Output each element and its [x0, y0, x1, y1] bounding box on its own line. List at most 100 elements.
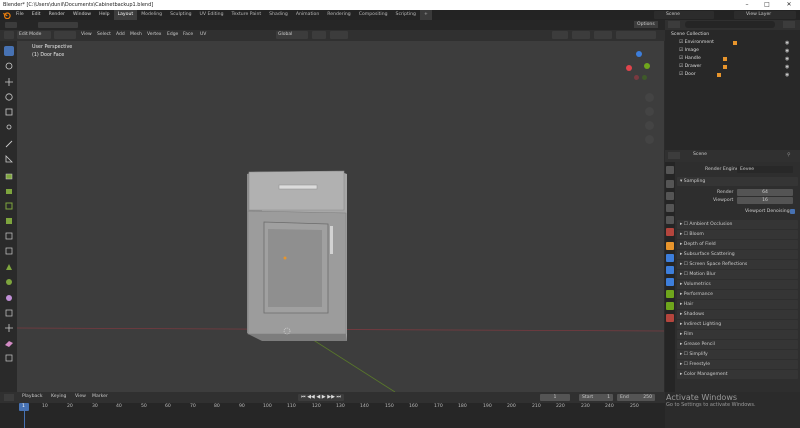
select-mode-toggle[interactable] — [54, 31, 76, 39]
mode-dropdown[interactable]: Edit Mode — [17, 31, 51, 39]
menu-keying[interactable]: Keying — [51, 394, 66, 399]
panel-depth-of-field[interactable]: ▸ Depth of Field — [677, 240, 798, 249]
tab-animation[interactable]: Animation — [292, 10, 323, 20]
view-layer-tab-icon[interactable] — [666, 204, 674, 212]
render-samples-field[interactable]: 64 — [737, 189, 793, 196]
scene-collection-row[interactable]: Scene Collection — [671, 31, 709, 39]
editor-type-button[interactable] — [4, 394, 14, 401]
outliner-search-input[interactable] — [685, 21, 775, 28]
zoom-icon[interactable] — [645, 93, 654, 102]
x-axis-icon[interactable] — [626, 65, 632, 71]
menu-vertex[interactable]: Vertex — [147, 31, 161, 39]
menu-window[interactable]: Window — [69, 10, 95, 20]
tab-texture-paint[interactable]: Texture Paint — [228, 10, 266, 20]
scale-icon[interactable] — [4, 107, 14, 117]
panel-screen-space-reflections[interactable]: ▸ ☐ Screen Space Reflections — [677, 260, 798, 269]
spin-icon[interactable] — [4, 277, 14, 287]
add-workspace-button[interactable]: + — [419, 10, 432, 20]
viewport-denoising-row[interactable]: Viewport Denoising — [677, 207, 798, 216]
panel-bloom[interactable]: ▸ ☐ Bloom — [677, 230, 798, 239]
shading-mode-buttons[interactable] — [616, 31, 656, 39]
rip-region-icon[interactable] — [4, 338, 14, 348]
outliner-item-door[interactable]: ☑ Door — [679, 71, 696, 79]
visibility-eye-icon[interactable]: ◉ — [785, 48, 789, 54]
panel-shadows[interactable]: ▸ Shadows — [677, 310, 798, 319]
panel-freestyle[interactable]: ▸ ☐ Freestyle — [677, 360, 798, 369]
panel-volumetrics[interactable]: ▸ Volumetrics — [677, 280, 798, 289]
outliner-item-handle[interactable]: ☑ Handle — [679, 55, 701, 63]
scene-tab-icon[interactable] — [666, 216, 674, 224]
pivot-point-dropdown[interactable] — [312, 31, 326, 39]
rotate-icon[interactable] — [4, 92, 14, 102]
overlay-toggle[interactable] — [594, 31, 612, 39]
menu-mesh[interactable]: Mesh — [130, 31, 142, 39]
options-button[interactable]: Options — [634, 21, 658, 28]
panel-subsurface-scattering[interactable]: ▸ Subsurface Scattering — [677, 250, 798, 259]
gizmo-toggle[interactable] — [572, 31, 590, 39]
menu-file[interactable]: File — [12, 10, 28, 20]
shrink-fatten-icon[interactable] — [4, 308, 14, 318]
view-object-types-dropdown[interactable] — [552, 31, 568, 39]
panel-motion-blur[interactable]: ▸ ☐ Motion Blur — [677, 270, 798, 279]
add-cube-icon[interactable] — [4, 171, 14, 181]
tab-sculpting[interactable]: Sculpting — [166, 10, 195, 20]
material-tab-icon[interactable] — [666, 314, 674, 322]
panel-hair[interactable]: ▸ Hair — [677, 300, 798, 309]
viewport-samples-field[interactable]: 16 — [737, 197, 793, 204]
knife-icon[interactable] — [4, 246, 14, 256]
view-layer-selector[interactable]: View Layer — [734, 11, 796, 19]
menu-uv[interactable]: UV — [200, 31, 206, 39]
current-frame-field[interactable]: 1 — [540, 394, 570, 401]
editor-type-button[interactable] — [4, 31, 14, 39]
sampling-panel-header[interactable]: ▾ Sampling — [677, 177, 798, 186]
menu-playback[interactable]: Playback — [22, 394, 43, 399]
inset-icon[interactable] — [4, 201, 14, 211]
bevel-icon[interactable] — [4, 216, 14, 226]
y-axis-icon[interactable] — [644, 63, 650, 69]
shear-icon[interactable] — [4, 323, 14, 333]
maximize-button[interactable]: □ — [760, 0, 774, 10]
panel-grease-pencil[interactable]: ▸ Grease Pencil — [677, 340, 798, 349]
panel-ambient-occlusion[interactable]: ▸ ☐ Ambient Occlusion — [677, 220, 798, 229]
3d-viewport[interactable]: User Perspective (1) Door Face — [17, 41, 664, 392]
editor-type-button[interactable] — [668, 152, 680, 159]
tab-compositing[interactable]: Compositing — [355, 10, 392, 20]
menu-render[interactable]: Render — [45, 10, 69, 20]
panel-color-management[interactable]: ▸ Color Management — [677, 370, 798, 379]
camera-view-icon[interactable] — [645, 121, 654, 130]
menu-help[interactable]: Help — [95, 10, 113, 20]
close-button[interactable]: ✕ — [782, 0, 796, 10]
panel-indirect-lighting[interactable]: ▸ Indirect Lighting — [677, 320, 798, 329]
editor-type-button[interactable] — [668, 21, 680, 28]
edge-slide-icon[interactable] — [4, 353, 14, 363]
menu-view[interactable]: View — [75, 394, 86, 399]
z-axis-icon[interactable] — [636, 51, 642, 57]
tab-modeling[interactable]: Modeling — [137, 10, 166, 20]
minimize-button[interactable]: – — [740, 0, 754, 10]
constraints-tab-icon[interactable] — [666, 290, 674, 298]
object-tab-icon[interactable] — [666, 242, 674, 250]
tab-uv-editing[interactable]: UV Editing — [196, 10, 228, 20]
editor-type-button[interactable] — [5, 22, 17, 28]
select-box-icon[interactable] — [4, 46, 14, 56]
panel-performance[interactable]: ▸ Performance — [677, 290, 798, 299]
tab-shading[interactable]: Shading — [265, 10, 292, 20]
start-frame-field[interactable]: Start 1 — [579, 394, 613, 401]
outliner-item-environment[interactable]: ☑ Environment — [679, 39, 714, 47]
tab-rendering[interactable]: Rendering — [323, 10, 354, 20]
visibility-eye-icon[interactable]: ◉ — [785, 40, 789, 46]
cursor-icon[interactable] — [4, 61, 14, 71]
end-frame-field[interactable]: End 250 — [617, 394, 655, 401]
navigation-gizmo[interactable] — [620, 51, 660, 91]
menu-select[interactable]: Select — [97, 31, 111, 39]
visibility-eye-icon[interactable]: ◉ — [785, 64, 789, 70]
tab-scripting[interactable]: Scripting — [392, 10, 420, 20]
visibility-eye-icon[interactable]: ◉ — [785, 56, 789, 62]
world-tab-icon[interactable] — [666, 228, 674, 236]
filter-icon[interactable] — [783, 21, 795, 28]
snap-toggle[interactable] — [330, 31, 348, 39]
render-tab-icon[interactable] — [666, 180, 674, 188]
data-tab-icon[interactable] — [666, 302, 674, 310]
transform-icon[interactable] — [4, 122, 14, 132]
scene-selector[interactable]: Scene — [654, 11, 714, 19]
